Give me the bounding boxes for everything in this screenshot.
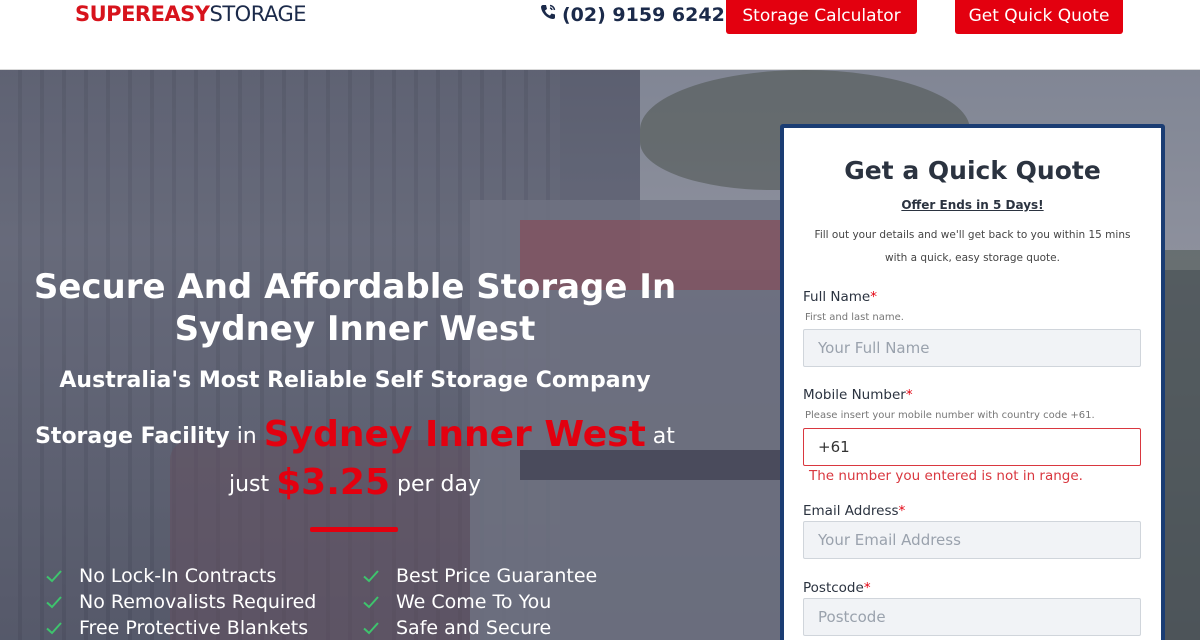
features-left: No Lock-In Contracts No Removalists Requ…: [45, 563, 316, 640]
feature-label: No Lock-In Contracts: [79, 565, 277, 587]
check-icon: [363, 596, 379, 609]
feature-item: Safe and Secure: [362, 615, 597, 640]
mobile-label: Mobile Number*: [803, 387, 913, 403]
hero-text: Secure And Affordable Storage In Sydney …: [0, 70, 710, 640]
price-line: Storage Facility in Sydney Inner West at: [0, 414, 710, 458]
get-quick-quote-button[interactable]: Get Quick Quote: [955, 0, 1123, 34]
check-icon: [46, 570, 62, 583]
mobile-hint: Please insert your mobile number with co…: [805, 410, 1095, 421]
mobile-error: The number you entered is not in range.: [809, 468, 1083, 484]
feature-item: Best Price Guarantee: [362, 563, 597, 589]
hero-subtitle: Australia's Most Reliable Self Storage C…: [59, 368, 651, 393]
feature-item: We Come To You: [362, 589, 597, 615]
postcode-label: Postcode*: [803, 580, 871, 596]
email-label: Email Address*: [803, 503, 906, 519]
full-name-label: Full Name*: [803, 289, 877, 305]
price-just: just: [228, 472, 270, 497]
logo-part2: STORAGE: [209, 2, 307, 26]
check-icon: [363, 570, 379, 583]
price-prefix: Storage Facility: [35, 424, 230, 449]
feature-label: Free Protective Blankets: [79, 617, 309, 639]
check-icon: [363, 622, 379, 635]
price-city: Sydney Inner West: [263, 414, 646, 455]
site-header: SUPEREASYSTORAGE (02) 9159 6242 Storage …: [0, 0, 1200, 70]
form-description: Fill out your details and we'll get back…: [814, 229, 1131, 264]
phone-icon: [538, 2, 558, 28]
mobile-input[interactable]: +61: [803, 428, 1141, 466]
quote-form: Get a Quick Quote Offer Ends in 5 Days! …: [780, 124, 1165, 640]
form-title: Get a Quick Quote: [844, 156, 1101, 185]
price-in: in: [236, 424, 257, 449]
features-right: Best Price Guarantee We Come To You Safe…: [362, 563, 597, 640]
check-icon: [46, 622, 62, 635]
email-input[interactable]: Your Email Address: [803, 521, 1141, 559]
check-icon: [46, 596, 62, 609]
feature-item: Free Protective Blankets: [45, 615, 316, 640]
hero-title-line1: Secure And Affordable Storage In: [33, 267, 677, 307]
full-name-input[interactable]: Your Full Name: [803, 329, 1141, 367]
phone-link[interactable]: (02) 9159 6242: [538, 2, 725, 28]
offer-text: Offer Ends in 5 Days!: [901, 198, 1044, 212]
price-per: per day: [397, 472, 482, 497]
logo-part1: SUPEREASY: [75, 2, 210, 26]
phone-number: (02) 9159 6242: [562, 4, 725, 26]
hero-title: Secure And Affordable Storage In Sydney …: [0, 266, 710, 350]
price-at: at: [652, 424, 675, 449]
full-name-hint: First and last name.: [805, 312, 904, 323]
price-amount-line: just $3.25 per day: [0, 462, 710, 506]
logo[interactable]: SUPEREASYSTORAGE: [75, 2, 306, 26]
feature-label: We Come To You: [396, 591, 552, 613]
feature-label: No Removalists Required: [79, 591, 317, 613]
feature-label: Safe and Secure: [396, 617, 552, 639]
hero-divider: [310, 527, 398, 532]
hero-title-line2: Sydney Inner West: [174, 309, 536, 349]
feature-item: No Lock-In Contracts: [45, 563, 316, 589]
price-amount: $3.25: [276, 462, 390, 503]
postcode-input[interactable]: Postcode: [803, 598, 1141, 636]
feature-label: Best Price Guarantee: [396, 565, 598, 587]
storage-calculator-button[interactable]: Storage Calculator: [726, 0, 917, 34]
feature-item: No Removalists Required: [45, 589, 316, 615]
